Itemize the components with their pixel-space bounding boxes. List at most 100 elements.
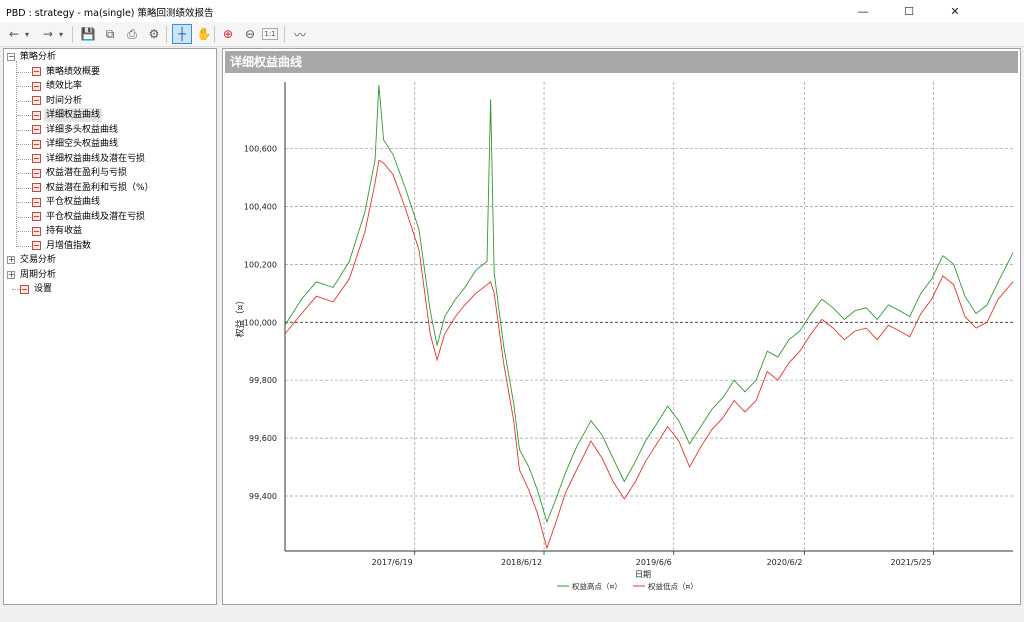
- report-page-icon: [32, 110, 41, 120]
- tree-item-label: 策略分析: [20, 52, 57, 62]
- report-page-icon: [32, 154, 41, 163]
- tree-guide-line: [17, 144, 31, 145]
- tree-item[interactable]: 月增值指数: [32, 239, 93, 253]
- report-page-icon: [32, 197, 41, 207]
- tree-item-label: 持有收益: [46, 226, 83, 236]
- tree-item-label: 权益潜在盈利和亏损（%）: [46, 182, 154, 193]
- tree-guide-line: [17, 86, 31, 87]
- tree-node-trade-analysis[interactable]: + 交易分析: [7, 253, 58, 267]
- y-tick-label: 100,000: [244, 318, 277, 327]
- chart-panel: 详细权益曲线 99,400 99,600 99,800 100,000 100,200 1…: [222, 48, 1021, 605]
- report-page-icon: [32, 226, 41, 236]
- tree-guide-line: [17, 187, 31, 189]
- tree-guide-line: [17, 245, 31, 247]
- settings-icon[interactable]: ⚙: [144, 24, 164, 44]
- tree-item[interactable]: 平仓权益曲线: [32, 195, 102, 209]
- tree-item-label: 月增值指数: [46, 240, 92, 251]
- tree-item[interactable]: 详细权益曲线及潜在亏损: [32, 152, 147, 166]
- tree-item-label: 详细空头权益曲线: [46, 139, 119, 149]
- expand-icon[interactable]: +: [7, 270, 15, 279]
- tree-item-label: 周期分析: [20, 269, 57, 280]
- back-icon[interactable]: ←: [4, 24, 24, 44]
- tree-guide-line: [17, 202, 31, 203]
- report-page-icon: [32, 139, 41, 149]
- forward-icon[interactable]: →: [38, 24, 58, 44]
- report-page-icon: [32, 241, 41, 250]
- report-page-icon: [32, 168, 41, 178]
- tree-guide-line: [17, 158, 31, 160]
- tree-guide-line: [17, 173, 31, 174]
- tree-item[interactable]: 平仓权益曲线及潜在亏损: [32, 210, 147, 224]
- tree-item[interactable]: 时间分析: [32, 94, 84, 108]
- tree-item[interactable]: 策略绩效概要: [32, 65, 102, 79]
- collapse-icon[interactable]: −: [7, 53, 15, 61]
- status-bar: [0, 607, 1024, 622]
- y-tick-label: 99,400: [249, 492, 277, 501]
- tree-item-label: 时间分析: [46, 95, 83, 106]
- tree-item[interactable]: 详细权益曲线: [32, 108, 103, 122]
- maximize-button[interactable]: ☐: [886, 0, 932, 22]
- equity-low-series-line: [284, 159, 1014, 550]
- tree-node-period-analysis[interactable]: + 周期分析: [7, 268, 58, 282]
- report-page-icon: [32, 81, 41, 91]
- tree-item-label: 平仓权益曲线: [46, 197, 101, 207]
- tree-guide-line: [17, 129, 31, 131]
- tree-item[interactable]: 详细空头权益曲线: [32, 137, 120, 151]
- panel-title: 详细权益曲线: [225, 51, 1018, 73]
- report-page-icon: [32, 125, 41, 134]
- forward-dropdown-icon[interactable]: ▾: [56, 24, 66, 44]
- title-bar: PBD : strategy - ma(single) 策略回测绩效报告 — ☐…: [0, 0, 1024, 22]
- print-icon[interactable]: ⎙: [122, 24, 142, 44]
- tree-item[interactable]: 权益潜在盈利与亏损: [32, 166, 129, 180]
- tree-item[interactable]: 权益潜在盈利和亏损（%）: [32, 181, 156, 195]
- report-page-icon: [32, 96, 41, 105]
- report-page-icon: [32, 212, 41, 221]
- x-tick-label: 2021/5/25: [890, 558, 931, 567]
- crosshair-icon[interactable]: ┼: [172, 24, 192, 44]
- legend-label: 权益低点（¤）: [648, 581, 698, 591]
- tree-item-label: 交易分析: [20, 255, 57, 265]
- window-title: PBD : strategy - ma(single) 策略回测绩效报告: [6, 8, 214, 19]
- pan-icon[interactable]: ✋: [194, 24, 214, 44]
- close-button[interactable]: ✕: [932, 0, 978, 22]
- toolbar-separator: [72, 26, 73, 43]
- tree-guide-line: [17, 231, 31, 232]
- tree-guide-line: [17, 71, 31, 73]
- save-icon[interactable]: 💾: [78, 24, 98, 44]
- toolbar-separator: [214, 26, 215, 43]
- x-axis-label: 日期: [635, 570, 651, 579]
- tree-guide-line: [17, 216, 31, 218]
- y-tick-label: 100,400: [244, 202, 277, 211]
- report-page-icon: [32, 183, 41, 192]
- minimize-button[interactable]: —: [840, 0, 886, 22]
- tree-item[interactable]: 持有收益: [32, 224, 84, 238]
- tree-node-strategy-analysis[interactable]: − 策略分析: [7, 50, 58, 64]
- tree-item[interactable]: 绩效比率: [32, 79, 84, 93]
- y-tick-label: 99,800: [249, 376, 277, 385]
- toolbar: ← ▾ → ▾ 💾 ⧉ ⎙ ⚙ ┼ ✋ ⊕ ⊖ 1:1 〰: [0, 22, 1024, 47]
- report-window: PBD : strategy - ma(single) 策略回测绩效报告 — ☐…: [0, 0, 1024, 622]
- zoom-out-icon[interactable]: ⊖: [240, 24, 260, 44]
- tree-item-label: 详细多头权益曲线: [46, 124, 119, 135]
- y-tick-label: 99,600: [249, 434, 277, 443]
- back-dropdown-icon[interactable]: ▾: [22, 24, 32, 44]
- zoom-in-icon[interactable]: ⊕: [218, 24, 238, 44]
- copy-icon[interactable]: ⧉: [100, 24, 120, 44]
- y-axis-label: 权益（¤）: [234, 296, 246, 338]
- tree-node-settings[interactable]: 设置: [20, 282, 54, 296]
- tree-guide-line: [17, 115, 31, 116]
- reset-zoom-icon[interactable]: 1:1: [262, 28, 278, 40]
- tree-item[interactable]: 详细多头权益曲线: [32, 123, 120, 137]
- tree-item-label: 平仓权益曲线及潜在亏损: [46, 211, 146, 222]
- y-tick-label: 100,200: [244, 260, 277, 269]
- navigation-tree: − 策略分析策略绩效概要绩效比率时间分析详细权益曲线详细多头权益曲线 详细空头权益曲…: [3, 48, 217, 605]
- x-tick-label: 2018/6/12: [501, 558, 542, 567]
- expand-icon[interactable]: +: [7, 256, 15, 264]
- toolbar-separator: [284, 26, 285, 43]
- tree-item-label: 策略绩效概要: [46, 66, 101, 77]
- chart-style-icon[interactable]: 〰: [290, 24, 310, 44]
- tree-item-label: 详细权益曲线: [44, 108, 103, 122]
- tree-item-label: 设置: [34, 284, 53, 294]
- tree-item-label: 权益潜在盈利与亏损: [46, 168, 128, 178]
- equity-chart[interactable]: 99,400 99,600 99,800 100,000 100,200 100,400 1…: [223, 74, 1020, 605]
